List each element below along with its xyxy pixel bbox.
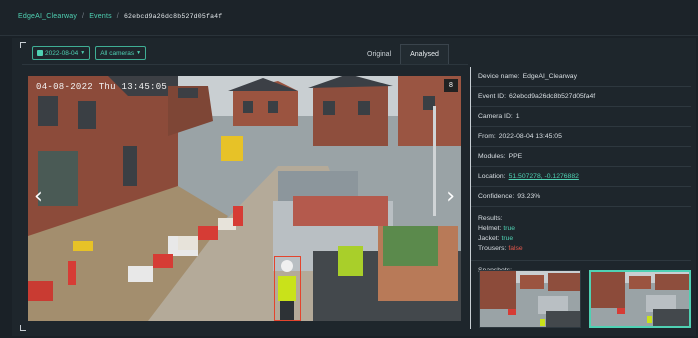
helmet-value: true: [503, 225, 516, 232]
jacket-label: Jacket:: [478, 235, 500, 242]
top-bar: EdgeAI_Clearway / Events / 62ebcd9a26dc8…: [0, 0, 698, 36]
modules-value: PPE: [508, 153, 523, 160]
camera-id-row: Camera ID: 1: [471, 107, 691, 127]
snapshot-list: [479, 270, 691, 328]
tab-original[interactable]: Original: [358, 44, 400, 64]
camera-id-label: Camera ID:: [478, 113, 513, 120]
date-value: 2022-08-04: [45, 49, 79, 57]
event-details-panel: Device name: EdgeAI_Clearway Event ID: 6…: [471, 67, 691, 331]
event-image-viewer[interactable]: 04-08-2022 Thu 13:45:05 8 ‹ ›: [28, 76, 461, 321]
device-name-row: Device name: EdgeAI_Clearway: [471, 67, 691, 87]
trousers-result: Trousers: false: [478, 244, 691, 254]
filter-toolbar: 2022-08-04 ▼ All cameras ▼: [32, 46, 147, 60]
breadcrumb-separator: /: [82, 13, 85, 20]
video-timestamp: 04-08-2022 Thu 13:45:05: [36, 82, 168, 92]
location-row: Location: 51.507278, -0.1276882: [471, 167, 691, 187]
confidence-row: Confidence: 93.23%: [471, 187, 691, 207]
event-id-label: Event ID:: [478, 93, 506, 100]
breadcrumb-current: 62ebcd9a26dc8b527d05fa4f: [123, 13, 223, 20]
calendar-icon: [37, 50, 43, 56]
confidence-label: Confidence:: [478, 193, 515, 200]
detection-counter: 8: [444, 79, 458, 92]
corner-bracket: [20, 42, 26, 48]
device-name-label: Device name:: [478, 73, 520, 80]
location-link[interactable]: 51.507278, -0.1276882: [509, 173, 579, 180]
view-tabs: Original Analysed: [358, 44, 449, 64]
chevron-down-icon: ▼: [136, 50, 142, 56]
from-row: From: 2022-08-04 13:45:05: [471, 127, 691, 147]
camera-value: All cameras: [100, 49, 135, 57]
results-title: Results:: [478, 215, 503, 222]
snapshot-image: [591, 272, 689, 326]
divider: [22, 64, 468, 65]
from-label: From:: [478, 133, 496, 140]
snapshot-image: [480, 271, 580, 327]
jacket-result: Jacket: true: [478, 234, 691, 244]
tab-analysed[interactable]: Analysed: [400, 44, 449, 64]
next-arrow-icon[interactable]: ›: [446, 184, 455, 209]
breadcrumb: EdgeAI_Clearway / Events / 62ebcd9a26dc8…: [18, 13, 222, 20]
helmet-label: Helmet:: [478, 225, 502, 232]
corner-bracket: [20, 325, 26, 331]
device-name-value: EdgeAI_Clearway: [522, 73, 577, 80]
chevron-down-icon: ▼: [80, 50, 86, 56]
trousers-label: Trousers:: [478, 245, 507, 252]
detection-bounding-box: [274, 256, 301, 321]
trousers-value: false: [508, 245, 523, 252]
camera-id-value: 1: [515, 113, 520, 120]
results-section: Results: Helmet: true Jacket: true Trous…: [471, 207, 691, 261]
breadcrumb-device-link[interactable]: EdgeAI_Clearway: [18, 13, 77, 20]
snapshot-thumbnail[interactable]: [479, 270, 581, 328]
camera-select[interactable]: All cameras ▼: [95, 46, 147, 60]
construction-site-image: [28, 76, 461, 321]
location-label: Location:: [478, 173, 506, 180]
modules-label: Modules:: [478, 153, 506, 160]
previous-arrow-icon[interactable]: ‹: [34, 184, 43, 209]
modules-row: Modules: PPE: [471, 147, 691, 167]
confidence-value: 93.23%: [517, 193, 541, 200]
from-value: 2022-08-04 13:45:05: [498, 133, 562, 140]
breadcrumb-events-link[interactable]: Events: [89, 13, 112, 20]
breadcrumb-separator: /: [116, 13, 119, 20]
date-picker[interactable]: 2022-08-04 ▼: [32, 46, 91, 60]
event-id-value: 62ebcd9a26dc8b527d05fa4f: [508, 93, 596, 100]
jacket-value: true: [501, 235, 514, 242]
event-id-row: Event ID: 62ebcd9a26dc8b527d05fa4f: [471, 87, 691, 107]
snapshot-thumbnail-selected[interactable]: [589, 270, 691, 328]
helmet-result: Helmet: true: [478, 224, 691, 234]
